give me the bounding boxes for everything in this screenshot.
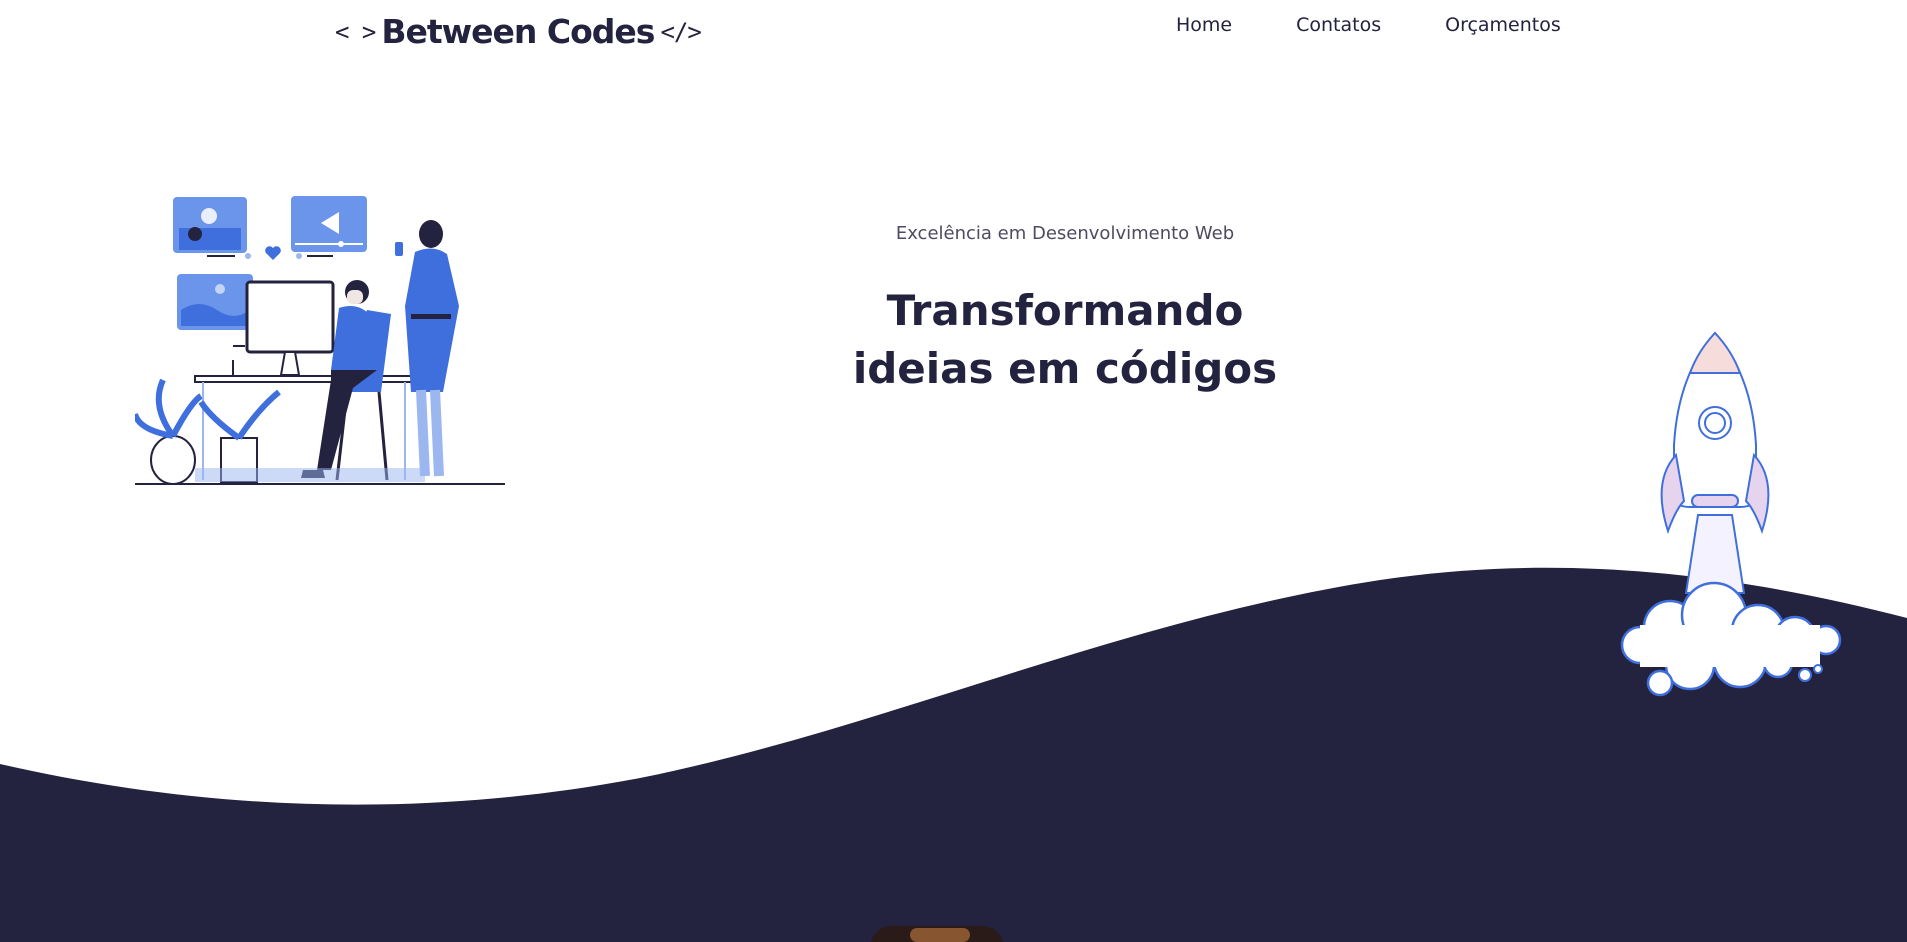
closing-tag-icon: </> (660, 17, 701, 46)
nav-menu: Home Contatos Orçamentos (1176, 14, 1561, 36)
vase-icon (150, 435, 196, 485)
hero-title-line-1: Transformando (886, 286, 1244, 335)
hero-subtitle: Excelência em Desenvolvimento Web (895, 223, 1235, 244)
nav-link-home[interactable]: Home (1176, 14, 1232, 36)
rocket-icon (1620, 331, 1842, 697)
top-navbar: < > Between Codes </> Home Contatos Orça… (0, 0, 1907, 80)
hero-title-line-2: ideias em códigos (852, 344, 1278, 393)
nav-link-contatos[interactable]: Contatos (1296, 14, 1381, 36)
project-thumbnail[interactable] (870, 926, 1004, 942)
heart-icon (265, 246, 281, 260)
site-logo[interactable]: < > Between Codes </> (335, 12, 702, 51)
logo-text: Between Codes (381, 12, 655, 51)
nav-link-orcamentos[interactable]: Orçamentos (1445, 14, 1561, 36)
code-brackets-icon: < > (335, 17, 376, 46)
